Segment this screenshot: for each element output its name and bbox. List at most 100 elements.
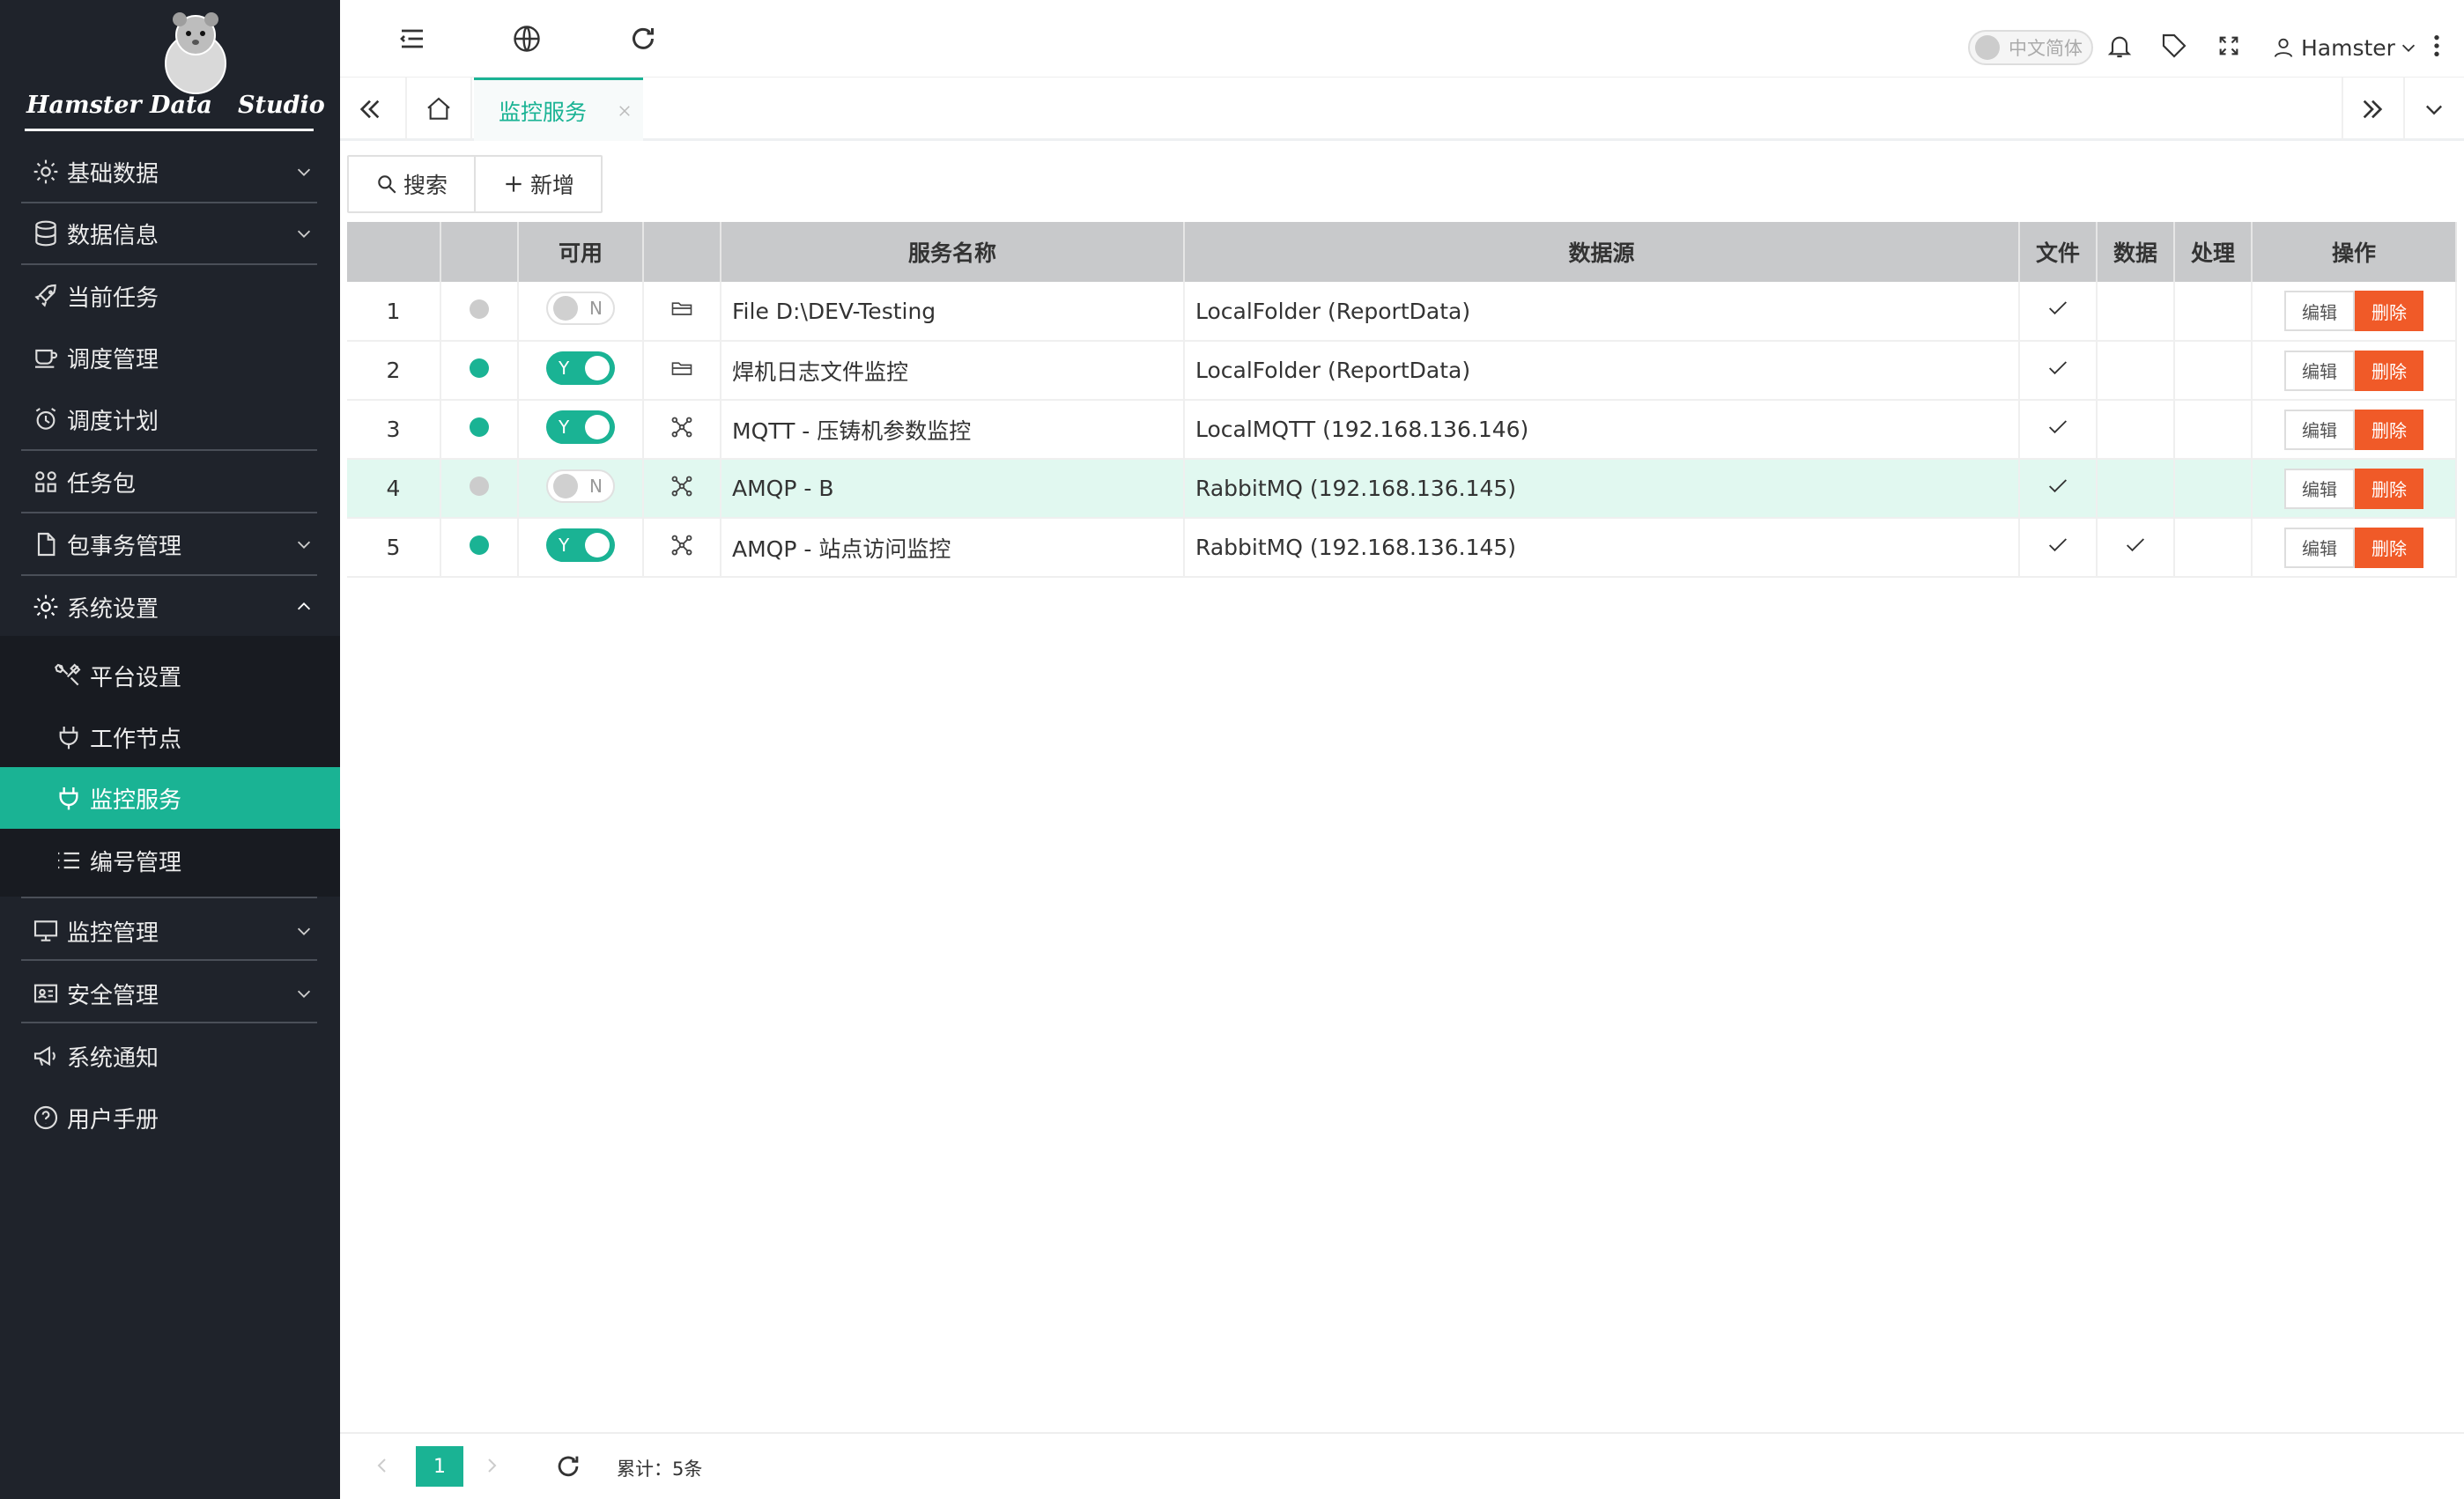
tabs-bar: 监控服务 bbox=[340, 78, 2464, 141]
question-circle-icon bbox=[30, 1102, 62, 1133]
sidebar-item-schedule-management[interactable]: 调度管理 bbox=[0, 327, 340, 388]
sidebar-item-current-tasks[interactable]: 当前任务 bbox=[0, 265, 340, 327]
sidebar-item-user-manual[interactable]: 用户手册 bbox=[0, 1087, 340, 1148]
column-header-data[interactable]: 数据 bbox=[2097, 222, 2175, 282]
delete-button[interactable]: 删除 bbox=[2355, 350, 2423, 391]
table-row[interactable]: 3 Y MQTT - 压铸机参数监控 LocalMQTT (192.168.136.1… bbox=[347, 400, 2457, 460]
delete-button[interactable]: 删除 bbox=[2355, 527, 2423, 568]
sidebar-item-platform-settings[interactable]: 平台设置 bbox=[0, 645, 340, 706]
fullscreen-icon[interactable] bbox=[2216, 33, 2241, 58]
sidebar-item-monitor-services[interactable]: 监控服务 bbox=[0, 767, 340, 829]
sidebar-item-label: 编号管理 bbox=[90, 849, 182, 876]
row-index: 2 bbox=[347, 341, 441, 401]
enabled-switch[interactable]: Y bbox=[546, 410, 615, 444]
column-header-data-source[interactable]: 数据源 bbox=[1184, 222, 2020, 282]
column-header-file[interactable]: 文件 bbox=[2019, 222, 2098, 282]
search-button[interactable]: 搜索 bbox=[349, 157, 475, 211]
actions-cell: 编辑 删除 bbox=[2252, 400, 2457, 460]
process-flag bbox=[2174, 341, 2253, 401]
prev-page-icon[interactable] bbox=[372, 1455, 393, 1476]
sidebar-item-work-nodes[interactable]: 工作节点 bbox=[0, 706, 340, 768]
enabled-cell: Y bbox=[518, 400, 644, 460]
delete-button[interactable]: 删除 bbox=[2355, 468, 2423, 509]
column-header-service-name[interactable]: 服务名称 bbox=[721, 222, 1185, 282]
add-button[interactable]: 新增 bbox=[474, 157, 602, 211]
edit-button[interactable]: 编辑 bbox=[2284, 527, 2355, 568]
tag-icon[interactable] bbox=[2160, 32, 2188, 60]
sidebar-item-label: 系统通知 bbox=[67, 1045, 159, 1072]
edit-button[interactable]: 编辑 bbox=[2284, 409, 2355, 450]
logo: Hamster Data Studio bbox=[0, 0, 340, 141]
enabled-switch[interactable]: N bbox=[546, 469, 615, 503]
rocket-icon bbox=[30, 280, 62, 312]
home-tab[interactable] bbox=[405, 78, 472, 141]
enabled-switch[interactable]: Y bbox=[546, 528, 615, 562]
data-source: LocalMQTT (192.168.136.146) bbox=[1184, 400, 2020, 460]
service-name: AMQP - 站点访问监控 bbox=[721, 518, 1185, 578]
table-row[interactable]: 2 Y 焊机日志文件监控 LocalFolder (ReportData) 编辑 删除 bbox=[347, 341, 2457, 401]
close-icon[interactable] bbox=[617, 103, 633, 119]
sidebar-item-number-management[interactable]: 编号管理 bbox=[0, 830, 340, 891]
tabs-dropdown-button[interactable] bbox=[2403, 78, 2463, 141]
sidebar-item-security-management[interactable]: 安全管理 bbox=[0, 963, 340, 1024]
check-icon bbox=[2049, 537, 2067, 551]
sidebar-item-system-settings[interactable]: 系统设置 bbox=[0, 576, 340, 638]
sidebar-item-system-notifications[interactable]: 系统通知 bbox=[0, 1025, 340, 1087]
table-row[interactable]: 1 N File D:\DEV-Testing LocalFolder (Report… bbox=[347, 282, 2457, 342]
table-row[interactable]: 4 N AMQP - B RabbitMQ (192.168.136.145) 编辑 删除 bbox=[347, 459, 2457, 519]
tabs-scroll-right-button[interactable] bbox=[2342, 78, 2401, 141]
user-menu[interactable]: Hamster bbox=[2271, 30, 2418, 65]
delete-button[interactable]: 删除 bbox=[2355, 291, 2423, 331]
globe-icon[interactable] bbox=[511, 23, 543, 55]
actions-cell: 编辑 删除 bbox=[2252, 282, 2457, 342]
status-cell bbox=[440, 341, 519, 401]
top-bar: 中文简体 Hamster bbox=[340, 0, 2464, 78]
plug-icon bbox=[53, 721, 85, 753]
logo-text-left: Hamster Data bbox=[26, 92, 212, 119]
delete-button[interactable]: 删除 bbox=[2355, 409, 2423, 450]
service-name: MQTT - 压铸机参数监控 bbox=[721, 400, 1185, 460]
status-cell bbox=[440, 400, 519, 460]
cup-icon bbox=[30, 342, 62, 373]
data-source: RabbitMQ (192.168.136.145) bbox=[1184, 459, 2020, 519]
next-page-icon[interactable] bbox=[481, 1455, 502, 1476]
column-header-process[interactable]: 处理 bbox=[2174, 222, 2253, 282]
tab-monitor-services[interactable]: 监控服务 bbox=[474, 78, 643, 141]
refresh-icon[interactable] bbox=[627, 23, 659, 55]
row-index: 4 bbox=[347, 459, 441, 519]
network-icon bbox=[671, 417, 692, 437]
table-row[interactable]: 5 Y AMQP - 站点访问监控 RabbitMQ (192.168.136.145… bbox=[347, 518, 2457, 578]
menu-divider bbox=[21, 959, 317, 961]
refresh-icon[interactable] bbox=[553, 1451, 583, 1481]
sidebar-item-label: 当前任务 bbox=[67, 284, 159, 312]
sidebar-item-task-package[interactable]: 任务包 bbox=[0, 451, 340, 513]
enabled-switch[interactable]: N bbox=[546, 292, 615, 325]
language-toggle-label: 中文简体 bbox=[2009, 38, 2083, 59]
bell-icon[interactable] bbox=[2105, 32, 2134, 60]
enabled-switch[interactable]: Y bbox=[546, 351, 615, 385]
edit-button[interactable]: 编辑 bbox=[2284, 350, 2355, 391]
id-card-icon bbox=[30, 978, 62, 1009]
process-flag bbox=[2174, 400, 2253, 460]
column-header-enabled[interactable]: 可用 bbox=[518, 222, 644, 282]
process-flag bbox=[2174, 459, 2253, 519]
sidebar-item-label: 工作节点 bbox=[90, 726, 182, 753]
sidebar-item-package-transaction[interactable]: 包事务管理 bbox=[0, 513, 340, 575]
sidebar-item-monitor-management[interactable]: 监控管理 bbox=[0, 900, 340, 962]
menu-fold-icon[interactable] bbox=[396, 23, 428, 55]
edit-button[interactable]: 编辑 bbox=[2284, 291, 2355, 331]
edit-button[interactable]: 编辑 bbox=[2284, 468, 2355, 509]
type-cell bbox=[643, 400, 721, 460]
page-current[interactable]: 1 bbox=[416, 1446, 463, 1487]
chevron-down-icon bbox=[297, 541, 311, 549]
language-toggle[interactable]: 中文简体 bbox=[1968, 30, 2093, 65]
grid-icon bbox=[30, 466, 62, 498]
sidebar-item-schedule-plan[interactable]: 调度计划 bbox=[0, 388, 340, 450]
switch-knob bbox=[553, 296, 578, 321]
more-vertical-icon[interactable] bbox=[2430, 32, 2444, 60]
file-flag bbox=[2019, 459, 2098, 519]
sidebar-item-basic-data[interactable]: 基础数据 bbox=[0, 141, 340, 203]
total-count: 累计：5条 bbox=[617, 1458, 703, 1480]
sidebar-item-data-info[interactable]: 数据信息 bbox=[0, 203, 340, 264]
tabs-scroll-left-button[interactable] bbox=[340, 78, 400, 141]
